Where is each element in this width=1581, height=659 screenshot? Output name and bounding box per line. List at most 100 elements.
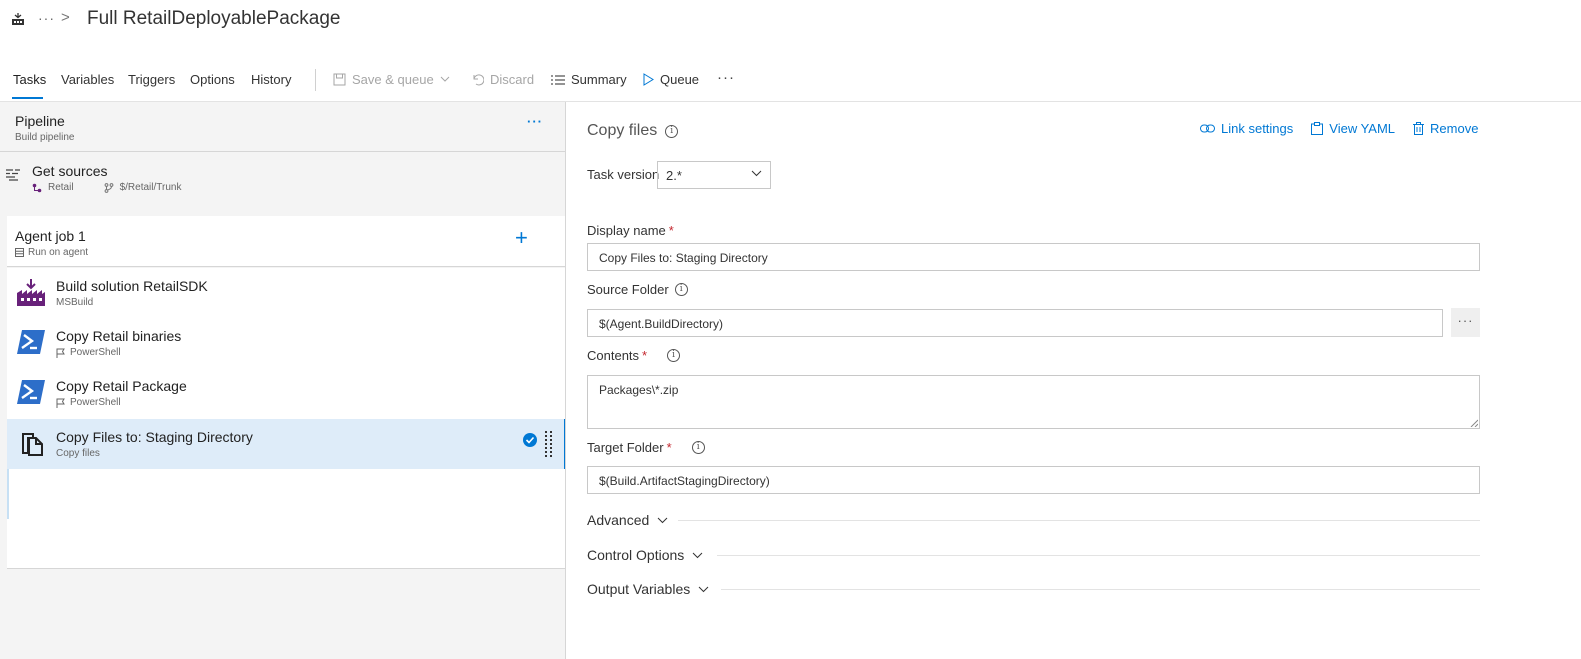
- chevron-down-icon: [692, 552, 703, 558]
- toolbar-more-button[interactable]: ···: [717, 69, 735, 86]
- task-version-select[interactable]: 2.*: [657, 161, 771, 189]
- task-subtitle: MSBuild: [56, 297, 94, 308]
- clipboard-icon: [1311, 122, 1324, 135]
- top-bar: ··· > Full RetailDeployablePackage: [0, 0, 1581, 44]
- build-pipeline-icon[interactable]: [11, 12, 25, 26]
- section-divider: [721, 589, 1480, 590]
- save-queue-label: Save & queue: [352, 72, 434, 87]
- active-tab-indicator: [12, 97, 43, 99]
- task-copy-retail-binaries[interactable]: Copy Retail binaries PowerShell: [7, 318, 565, 368]
- task-title: Copy Files to: Staging Directory: [56, 429, 253, 445]
- pipeline-more-button[interactable]: ···: [527, 114, 543, 129]
- view-yaml-button[interactable]: View YAML: [1311, 121, 1395, 136]
- discard-button[interactable]: Discard: [471, 72, 534, 87]
- task-details-pane: Copy files i Link settings View YAML Rem…: [566, 102, 1581, 659]
- get-sources-item[interactable]: Get sources Retail $/Retail/Trunk: [0, 153, 565, 215]
- chevron-down-icon: [440, 76, 450, 82]
- info-icon[interactable]: i: [665, 124, 679, 138]
- source-folder-label: Source Folder i: [587, 282, 688, 297]
- tab-history[interactable]: History: [251, 72, 291, 87]
- summary-label: Summary: [571, 72, 627, 87]
- task-subtitle: PowerShell: [56, 347, 121, 358]
- drag-handle-icon[interactable]: [545, 431, 553, 457]
- task-subtitle: Copy files: [56, 448, 100, 459]
- section-advanced[interactable]: Advanced: [587, 512, 668, 528]
- task-version-label: Task version: [587, 167, 660, 182]
- tab-triggers[interactable]: Triggers: [128, 72, 175, 87]
- task-copy-files-staging[interactable]: Copy Files to: Staging Directory Copy fi…: [7, 419, 565, 469]
- save-icon: [333, 73, 346, 86]
- task-title: Copy Retail binaries: [56, 328, 182, 344]
- msbuild-icon: [16, 277, 46, 307]
- task-title: Copy Retail Package: [56, 378, 187, 394]
- pipeline-subtitle: Build pipeline: [15, 132, 75, 143]
- chevron-down-icon: [698, 586, 709, 592]
- check-circle-icon: [523, 433, 537, 447]
- save-queue-button[interactable]: Save & queue: [333, 72, 450, 87]
- flag-icon: [56, 398, 65, 408]
- chevron-down-icon: [657, 517, 668, 523]
- section-control-options[interactable]: Control Options: [587, 547, 703, 563]
- breadcrumb-more[interactable]: ···: [38, 10, 55, 26]
- add-task-button[interactable]: +: [515, 225, 528, 251]
- info-icon[interactable]: i: [667, 349, 681, 362]
- contents-textarea[interactable]: Packages\*.zip: [587, 375, 1480, 429]
- tab-variables[interactable]: Variables: [61, 72, 114, 87]
- task-subtitle: PowerShell: [56, 397, 121, 408]
- source-folder-field[interactable]: $(Agent.BuildDirectory): [587, 309, 1443, 337]
- powershell-icon: [16, 377, 46, 407]
- chevron-right-icon: >: [61, 9, 70, 26]
- queue-button[interactable]: Queue: [643, 72, 699, 87]
- info-icon[interactable]: i: [691, 441, 705, 454]
- sources-icon: [6, 169, 20, 184]
- get-sources-meta: Retail $/Retail/Trunk: [32, 182, 181, 193]
- drop-indicator: [7, 469, 9, 519]
- page-title: Full RetailDeployablePackage: [87, 8, 341, 29]
- task-list: Build solution RetailSDK MSBuild Copy Re…: [7, 268, 565, 569]
- toolbar-divider: [315, 69, 316, 91]
- repo-name: Retail: [48, 182, 74, 193]
- queue-label: Queue: [660, 72, 700, 87]
- display-name-field[interactable]: Copy Files to: Staging Directory: [587, 243, 1480, 271]
- summary-button[interactable]: Summary: [551, 72, 627, 87]
- link-settings-button[interactable]: Link settings: [1200, 121, 1293, 136]
- play-icon: [643, 73, 654, 86]
- link-icon: [1200, 124, 1215, 133]
- task-title: Build solution RetailSDK: [56, 278, 208, 294]
- task-copy-retail-package[interactable]: Copy Retail Package PowerShell: [7, 368, 565, 418]
- remove-button[interactable]: Remove: [1413, 121, 1478, 136]
- undo-icon: [473, 74, 484, 86]
- target-folder-label: Target Folder * i: [587, 440, 705, 455]
- info-icon[interactable]: i: [674, 283, 688, 296]
- pipeline-title: Pipeline: [15, 113, 65, 129]
- repo-icon: [32, 183, 42, 192]
- pipeline-tree-pane: Pipeline Build pipeline ··· Get sources …: [0, 102, 566, 659]
- task-details-title: Copy files i: [587, 122, 679, 140]
- contents-label: Contents * i: [587, 348, 681, 363]
- chevron-down-icon: [751, 170, 762, 177]
- agent-job-title: Agent job 1: [15, 228, 86, 244]
- discard-label: Discard: [490, 72, 535, 87]
- section-divider: [717, 555, 1480, 556]
- branch-path: $/Retail/Trunk: [119, 182, 182, 193]
- server-icon: [15, 248, 24, 257]
- agent-job[interactable]: Agent job 1 Run on agent +: [7, 216, 565, 267]
- agent-job-subtitle: Run on agent: [15, 247, 88, 258]
- list-icon: [551, 74, 565, 85]
- section-output-variables[interactable]: Output Variables: [587, 581, 709, 597]
- pipeline-header[interactable]: Pipeline Build pipeline ···: [0, 102, 565, 152]
- trash-icon: [1413, 122, 1425, 135]
- resize-handle-icon[interactable]: [1470, 419, 1478, 427]
- tab-bar: Tasks Variables Triggers Options History…: [0, 62, 1581, 102]
- browse-button[interactable]: ···: [1451, 308, 1480, 337]
- tab-tasks[interactable]: Tasks: [13, 72, 46, 87]
- copy-files-icon: [16, 428, 46, 458]
- display-name-label: Display name *: [587, 223, 674, 238]
- branch-icon: [104, 182, 113, 193]
- powershell-icon: [16, 327, 46, 357]
- target-folder-field[interactable]: $(Build.ArtifactStagingDirectory): [587, 466, 1480, 494]
- task-build-solution[interactable]: Build solution RetailSDK MSBuild: [7, 268, 565, 318]
- section-divider: [678, 520, 1480, 521]
- get-sources-title: Get sources: [32, 163, 108, 179]
- tab-options[interactable]: Options: [190, 72, 235, 87]
